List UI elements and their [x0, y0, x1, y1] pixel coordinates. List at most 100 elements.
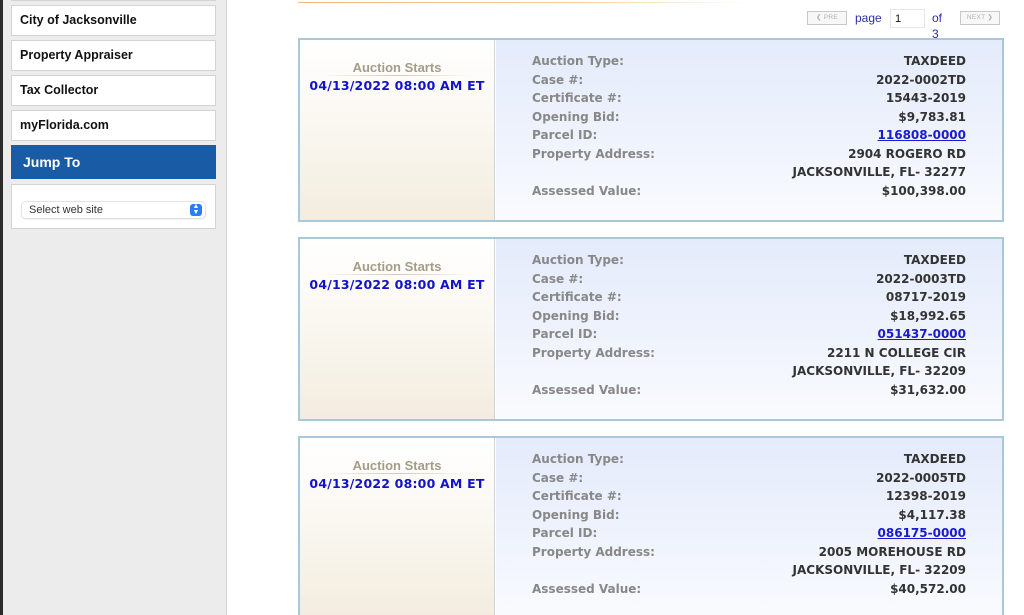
next-page-button[interactable]: NEXT ❯ — [960, 11, 1000, 25]
auction-item: Auction Starts 04/13/2022 08:00 AM ET Au… — [298, 436, 1004, 615]
property-city-row: JACKSONVILLE, FL- 32209 — [532, 561, 966, 579]
assessed-value-label: Assessed Value: — [532, 183, 642, 198]
parcel-id-label: Parcel ID: — [532, 526, 598, 540]
opening-bid-row: Opening Bid: $9,783.81 — [532, 108, 966, 126]
sidebar-link-property-appraiser[interactable]: Property Appraiser — [11, 40, 216, 71]
property-city-value: JACKSONVILLE, FL- 32277 — [792, 165, 966, 179]
property-address-label: Property Address: — [532, 146, 655, 161]
auction-item: Auction Starts 04/13/2022 08:00 AM ET Au… — [298, 38, 1004, 222]
sidebar-link-city-of-jacksonville[interactable]: City of Jacksonville — [11, 5, 216, 36]
property-address-row: Property Address: 2904 ROGERO RD — [532, 145, 966, 163]
auction-starts-divider — [322, 75, 472, 76]
auction-type-label: Auction Type: — [532, 452, 624, 466]
certificate-number-row: Certificate #: 12398-2019 — [532, 487, 966, 505]
parcel-id-link[interactable]: 086175-0000 — [878, 524, 966, 542]
assessed-value-label: Assessed Value: — [532, 382, 642, 397]
certificate-number-value: 08717-2019 — [885, 290, 966, 304]
jump-to-header: Jump To — [11, 145, 216, 179]
auction-type-row: Auction Type: TAXDEED — [532, 52, 966, 70]
jump-to-panel: Select web site ▲ ▼ — [11, 184, 216, 229]
parcel-id-row: Parcel ID: 051437-0000 — [532, 325, 966, 343]
sidebar: City of Jacksonville Property Appraiser … — [3, 0, 227, 615]
property-city-row: JACKSONVILLE, FL- 32209 — [532, 362, 966, 380]
auction-start-datetime: 04/13/2022 08:00 AM ET — [309, 78, 485, 93]
auction-type-label: Auction Type: — [532, 253, 624, 267]
case-number-value: 2022-0003TD — [876, 271, 966, 286]
select-web-site-dropdown[interactable]: Select web site ▲ ▼ — [21, 201, 206, 219]
property-address-row: Property Address: 2211 N COLLEGE CIR — [532, 344, 966, 362]
auction-starts-label: Auction Starts — [352, 60, 442, 75]
parcel-id-row: Parcel ID: 086175-0000 — [532, 524, 966, 542]
assessed-value-row: Assessed Value: $100,398.00 — [532, 182, 966, 200]
parcel-id-row: Parcel ID: 116808-0000 — [532, 126, 966, 144]
opening-bid-label: Opening Bid: — [532, 507, 620, 522]
auction-starts-divider — [322, 473, 472, 474]
auction-details-panel: Auction Type: TAXDEED Case #: 2022-0002T… — [496, 40, 1002, 220]
certificate-number-label: Certificate #: — [532, 489, 622, 503]
heading-underline — [298, 2, 748, 3]
property-city-value: JACKSONVILLE, FL- 32209 — [792, 364, 966, 378]
auction-type-value: TAXDEED — [903, 452, 966, 466]
auction-type-label: Auction Type: — [532, 54, 624, 68]
opening-bid-row: Opening Bid: $18,992.65 — [532, 307, 966, 325]
assessed-value-value: $40,572.00 — [890, 581, 966, 596]
assessed-value-value: $100,398.00 — [881, 183, 966, 198]
auction-start-panel: Auction Starts 04/13/2022 08:00 AM ET — [300, 40, 495, 220]
opening-bid-value: $9,783.81 — [898, 109, 966, 124]
auction-start-datetime: 04/13/2022 08:00 AM ET — [309, 476, 485, 491]
opening-bid-label: Opening Bid: — [532, 308, 620, 323]
auction-type-row: Auction Type: TAXDEED — [532, 251, 966, 269]
prev-page-button[interactable]: ❮ PRE — [807, 11, 847, 25]
page-number-input[interactable] — [890, 9, 925, 28]
opening-bid-label: Opening Bid: — [532, 109, 620, 124]
case-number-row: Case #: 2022-0002TD — [532, 71, 966, 89]
case-number-label: Case #: — [532, 470, 584, 485]
auction-starts-divider — [322, 274, 472, 275]
select-web-site-value: Select web site — [29, 204, 103, 216]
property-city-row: JACKSONVILLE, FL- 32277 — [532, 163, 966, 181]
sidebar-link-myflorida[interactable]: myFlorida.com — [11, 110, 216, 141]
auction-start-panel: Auction Starts 04/13/2022 08:00 AM ET — [300, 438, 495, 615]
property-address-value: 2211 N COLLEGE CIR — [826, 345, 966, 360]
auction-start-datetime: 04/13/2022 08:00 AM ET — [309, 277, 485, 292]
case-number-row: Case #: 2022-0003TD — [532, 270, 966, 288]
certificate-number-label: Certificate #: — [532, 91, 622, 105]
certificate-number-row: Certificate #: 15443-2019 — [532, 89, 966, 107]
case-number-label: Case #: — [532, 271, 584, 286]
certificate-number-label: Certificate #: — [532, 290, 622, 304]
property-address-row: Property Address: 2005 MOREHOUSE RD — [532, 543, 966, 561]
property-city-value: JACKSONVILLE, FL- 32209 — [792, 563, 966, 577]
opening-bid-row: Opening Bid: $4,117.38 — [532, 506, 966, 524]
opening-bid-value: $4,117.38 — [898, 507, 966, 522]
certificate-number-value: 15443-2019 — [885, 91, 966, 105]
certificate-number-row: Certificate #: 08717-2019 — [532, 288, 966, 306]
parcel-id-label: Parcel ID: — [532, 128, 598, 142]
case-number-value: 2022-0002TD — [876, 72, 966, 87]
auction-starts-label: Auction Starts — [352, 458, 442, 473]
property-address-value: 2005 MOREHOUSE RD — [818, 544, 966, 559]
select-arrows-icon: ▲ ▼ — [190, 203, 202, 216]
sidebar-link-tax-collector[interactable]: Tax Collector — [11, 75, 216, 106]
auction-details-panel: Auction Type: TAXDEED Case #: 2022-0005T… — [496, 438, 1002, 615]
parcel-id-link[interactable]: 051437-0000 — [878, 325, 966, 343]
case-number-value: 2022-0005TD — [876, 470, 966, 485]
auction-details-panel: Auction Type: TAXDEED Case #: 2022-0003T… — [496, 239, 1002, 419]
auction-item: Auction Starts 04/13/2022 08:00 AM ET Au… — [298, 237, 1004, 421]
sidebar-link-partial[interactable] — [11, 0, 216, 1]
certificate-number-value: 12398-2019 — [885, 489, 966, 503]
auction-type-value: TAXDEED — [903, 253, 966, 267]
auction-type-value: TAXDEED — [903, 54, 966, 68]
auction-starts-label: Auction Starts — [352, 259, 442, 274]
parcel-id-label: Parcel ID: — [532, 327, 598, 341]
property-address-label: Property Address: — [532, 345, 655, 360]
case-number-row: Case #: 2022-0005TD — [532, 469, 966, 487]
assessed-value-value: $31,632.00 — [890, 382, 966, 397]
assessed-value-row: Assessed Value: $31,632.00 — [532, 381, 966, 399]
assessed-value-row: Assessed Value: $40,572.00 — [532, 580, 966, 598]
opening-bid-value: $18,992.65 — [890, 308, 966, 323]
parcel-id-link[interactable]: 116808-0000 — [878, 126, 966, 144]
auction-start-panel: Auction Starts 04/13/2022 08:00 AM ET — [300, 239, 495, 419]
auction-type-row: Auction Type: TAXDEED — [532, 450, 966, 468]
page-label: page — [855, 11, 882, 25]
property-address-value: 2904 ROGERO RD — [848, 146, 966, 161]
